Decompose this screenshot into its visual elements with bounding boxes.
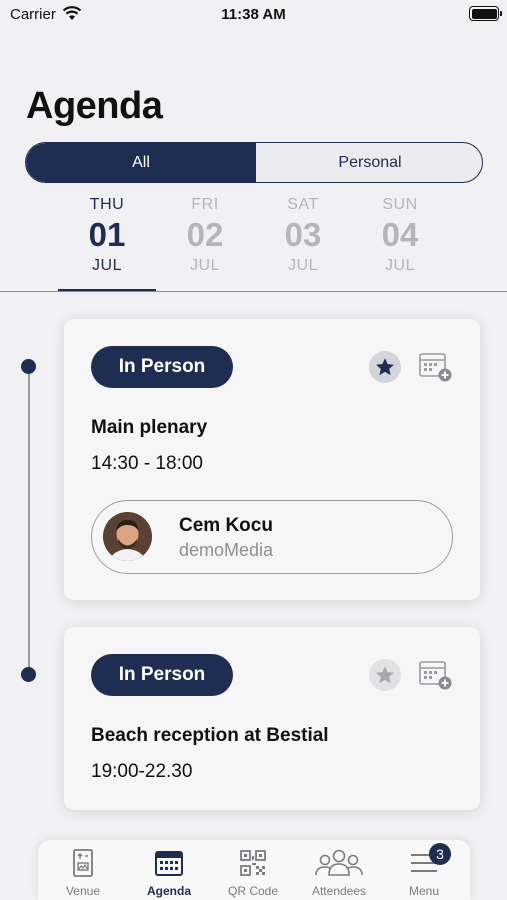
tab-bar: Venue Agenda QR Code Attendees 3 Menu <box>38 840 470 900</box>
tab-label: Attendees <box>311 884 367 898</box>
date-weekday: SUN <box>382 196 418 213</box>
speaker-organization: demoMedia <box>179 540 274 560</box>
battery-icon <box>469 6 502 21</box>
date-month: JUL <box>190 257 220 274</box>
tab-qr-code[interactable]: QR Code <box>210 848 296 900</box>
date-month: JUL <box>92 257 122 274</box>
date-month: JUL <box>385 257 415 274</box>
date-sun-04[interactable]: SUN 04 JUL <box>351 196 449 275</box>
date-selector: THU 01 JUL FRI 02 JUL SAT 03 JUL SUN 04 … <box>0 196 507 292</box>
tab-menu[interactable]: 3 Menu <box>381 843 467 900</box>
star-icon <box>376 358 394 376</box>
timeline-dot <box>21 667 36 682</box>
tab-label: QR Code <box>227 884 279 898</box>
favorite-button[interactable] <box>369 351 401 383</box>
date-weekday: FRI <box>191 196 219 213</box>
qr-code-icon <box>240 850 266 876</box>
tab-agenda[interactable]: Agenda <box>126 848 212 900</box>
avatar <box>103 512 152 561</box>
venue-icon <box>73 849 93 877</box>
session-card[interactable]: In Person Beach reception at Bestial 19:… <box>64 627 480 810</box>
notification-badge: 3 <box>429 843 451 865</box>
date-day: 03 <box>284 216 322 253</box>
timeline-dot <box>21 359 36 374</box>
speaker-name: Cem Kocu <box>179 515 273 536</box>
tab-label: Venue <box>65 884 101 898</box>
date-fri-02[interactable]: FRI 02 JUL <box>156 196 254 275</box>
favorite-button[interactable] <box>369 659 401 691</box>
session-type-badge: In Person <box>91 346 233 388</box>
date-sat-03[interactable]: SAT 03 JUL <box>254 196 352 275</box>
session-time: 19:00-22.30 <box>91 761 193 782</box>
star-icon <box>376 666 394 684</box>
date-month: JUL <box>288 257 318 274</box>
date-weekday: THU <box>89 196 125 213</box>
tab-attendees[interactable]: Attendees <box>296 848 382 900</box>
timeline-line <box>28 366 30 676</box>
date-day: 04 <box>381 216 419 253</box>
agenda-filter: All Personal <box>25 142 483 183</box>
tab-label: Agenda <box>146 884 191 898</box>
filter-personal-button[interactable]: Personal <box>256 143 482 182</box>
divider <box>0 291 507 292</box>
add-to-calendar-icon[interactable] <box>418 659 454 691</box>
session-time: 14:30 - 18:00 <box>91 453 203 474</box>
date-day: 01 <box>88 216 126 253</box>
tab-label: Menu <box>408 884 440 898</box>
session-type-badge: In Person <box>91 654 233 696</box>
date-thu-01[interactable]: THU 01 JUL <box>58 196 156 275</box>
session-title: Beach reception at Bestial <box>91 725 329 746</box>
date-weekday: SAT <box>287 196 319 213</box>
attendees-icon <box>315 849 363 876</box>
speaker-chip[interactable]: Cem Kocu demoMedia <box>91 500 453 574</box>
page-title: Agenda <box>26 85 163 127</box>
status-bar: Carrier 11:38 AM <box>0 0 507 28</box>
filter-all-button[interactable]: All <box>26 143 256 182</box>
session-card[interactable]: In Person Main plenary 14:30 - 18:00 Cem… <box>64 319 480 600</box>
add-to-calendar-icon[interactable] <box>418 351 454 383</box>
date-day: 02 <box>186 216 224 253</box>
status-time: 11:38 AM <box>221 6 286 23</box>
session-title: Main plenary <box>91 417 208 438</box>
tab-venue[interactable]: Venue <box>40 848 126 900</box>
calendar-icon <box>155 851 183 876</box>
